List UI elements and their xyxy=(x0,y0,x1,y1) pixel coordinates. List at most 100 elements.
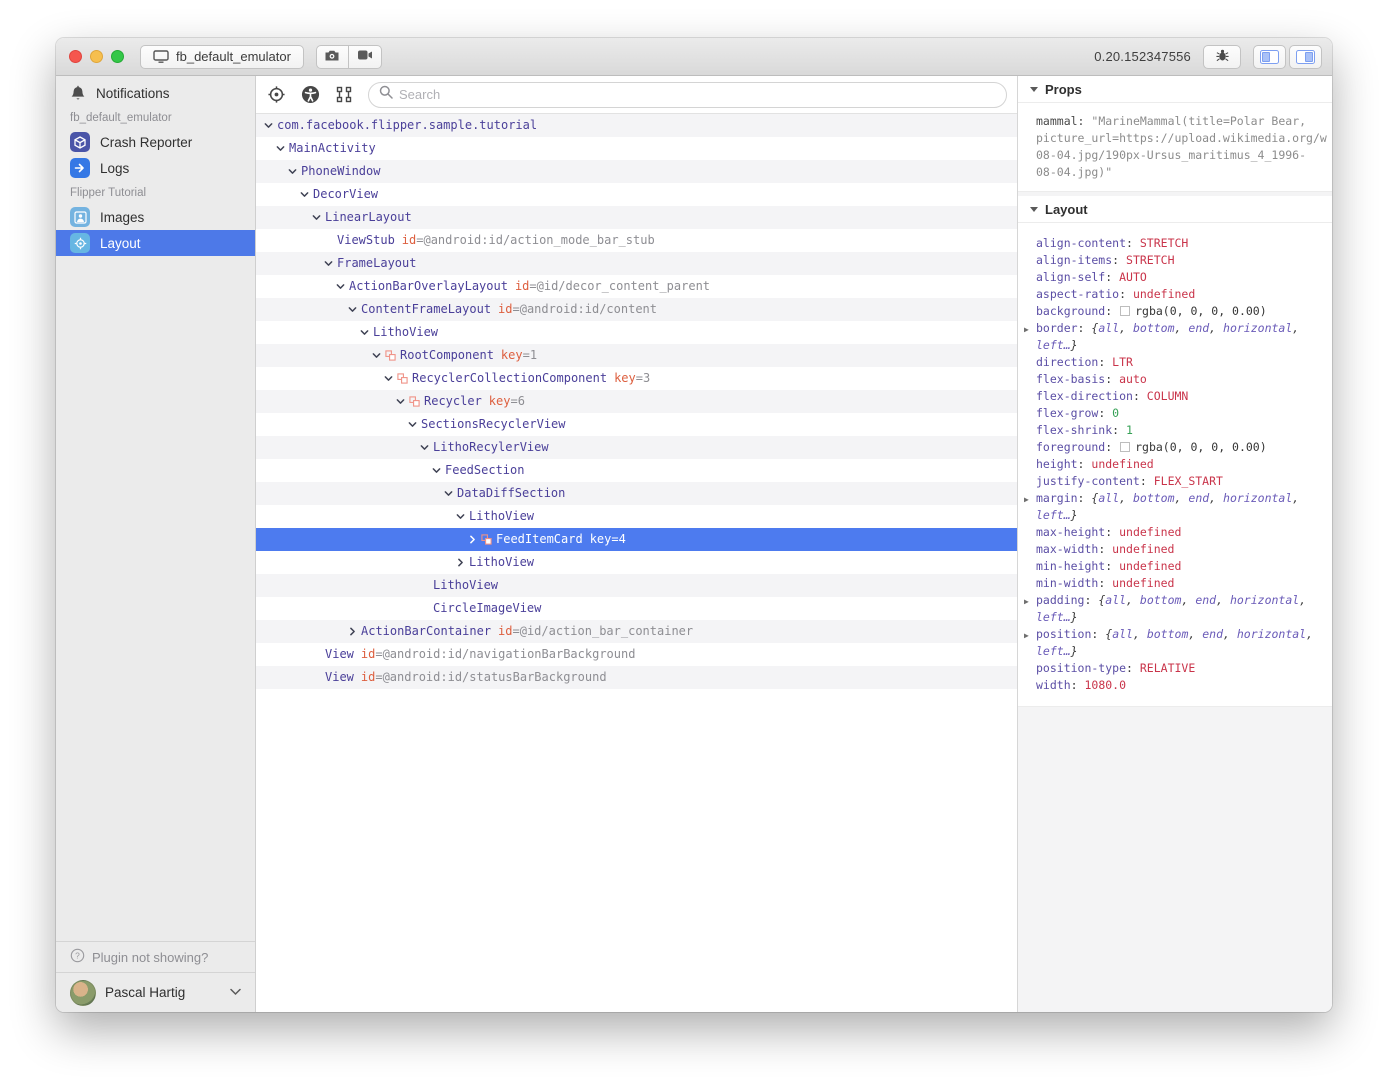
tree-node-LinearLayout[interactable]: LinearLayout xyxy=(256,206,1017,229)
tree-node-RootComponent[interactable]: RootComponentkey=1 xyxy=(256,344,1017,367)
user-menu[interactable]: Pascal Hartig xyxy=(56,972,255,1012)
node-name: ActionBarContainer xyxy=(361,620,491,643)
sidebar-item-images[interactable]: Images xyxy=(56,204,255,230)
bell-icon xyxy=(70,85,86,102)
search-icon xyxy=(379,85,393,104)
tree-node-ActionBarContainer[interactable]: ActionBarContainerid=@id/action_bar_cont… xyxy=(256,620,1017,643)
tree-node-LithoRecylerView[interactable]: LithoRecylerView xyxy=(256,436,1017,459)
prop-key: border xyxy=(1036,321,1078,335)
tree-node-DataDiffSection[interactable]: DataDiffSection xyxy=(256,482,1017,505)
bug-report-button[interactable] xyxy=(1203,45,1241,69)
expand-arrow-icon[interactable]: ▶ xyxy=(1024,491,1029,508)
tree-node-MainActivity[interactable]: MainActivity xyxy=(256,137,1017,160)
record-video-button[interactable] xyxy=(349,45,382,69)
chevron-expanded-icon[interactable] xyxy=(444,489,453,498)
close-button[interactable] xyxy=(69,50,82,63)
tree-node-FrameLayout[interactable]: FrameLayout xyxy=(256,252,1017,275)
tree-node-PhoneWindow[interactable]: PhoneWindow xyxy=(256,160,1017,183)
chevron-expanded-icon[interactable] xyxy=(300,190,309,199)
chevron-expanded-icon[interactable] xyxy=(288,167,297,176)
layout-prop-padding[interactable]: ▶padding: {all, bottom, end, horizontal,… xyxy=(1036,592,1324,626)
tree-node-LithoView[interactable]: LithoView xyxy=(256,321,1017,344)
chevron-expanded-icon[interactable] xyxy=(348,305,357,314)
tree-node-LithoView[interactable]: LithoView xyxy=(256,574,1017,597)
sidebar-item-logs[interactable]: Logs xyxy=(56,155,255,181)
prop-key: max-height xyxy=(1036,525,1105,539)
chevron-collapsed-icon[interactable] xyxy=(456,558,465,567)
layout-prop-foreground: foreground: rgba(0, 0, 0, 0.00) xyxy=(1036,439,1324,456)
node-name: LithoView xyxy=(469,551,534,574)
screenshot-button[interactable] xyxy=(316,45,349,69)
minimize-button[interactable] xyxy=(90,50,103,63)
device-tab[interactable]: fb_default_emulator xyxy=(140,45,304,69)
prop-value: rgba(0, 0, 0, 0.00) xyxy=(1135,304,1267,318)
chevron-expanded-icon[interactable] xyxy=(432,466,441,475)
object-key: end xyxy=(1195,593,1216,607)
layout-prop-max-width: max-width: undefined xyxy=(1036,541,1324,558)
tree-node-ContentFrameLayout[interactable]: ContentFrameLayoutid=@android:id/content xyxy=(256,298,1017,321)
tree-node-Recycler[interactable]: Recyclerkey=6 xyxy=(256,390,1017,413)
node-name: LithoRecylerView xyxy=(433,436,549,459)
layout-section-header[interactable]: Layout xyxy=(1018,196,1332,223)
node-name: LithoView xyxy=(433,574,498,597)
node-name: SectionsRecyclerView xyxy=(421,413,566,436)
tree-node-LithoView[interactable]: LithoView xyxy=(256,505,1017,528)
toggle-left-sidebar-button[interactable] xyxy=(1253,45,1286,69)
object-key: end xyxy=(1202,627,1223,641)
toggle-right-sidebar-button[interactable] xyxy=(1289,45,1322,69)
tree-node-RecyclerCollectionComponent[interactable]: RecyclerCollectionComponentkey=3 xyxy=(256,367,1017,390)
search-box[interactable] xyxy=(368,82,1007,108)
tree-node-View[interactable]: Viewid=@android:id/statusBarBackground xyxy=(256,666,1017,689)
chevron-expanded-icon[interactable] xyxy=(456,512,465,521)
tree-node-CircleImageView[interactable]: CircleImageView xyxy=(256,597,1017,620)
tree-node-LithoView[interactable]: LithoView xyxy=(256,551,1017,574)
node-attribute: key=1 xyxy=(501,344,537,367)
target-mode-button[interactable] xyxy=(267,85,286,104)
chevron-expanded-icon[interactable] xyxy=(312,213,321,222)
chevron-expanded-icon[interactable] xyxy=(396,397,405,406)
tree-node-SectionsRecyclerView[interactable]: SectionsRecyclerView xyxy=(256,413,1017,436)
chevron-expanded-icon[interactable] xyxy=(336,282,345,291)
chevron-expanded-icon[interactable] xyxy=(420,443,429,452)
sidebar-item-label: Crash Reporter xyxy=(100,135,192,150)
chevron-expanded-icon[interactable] xyxy=(324,259,333,268)
tree-mode-button[interactable] xyxy=(335,86,353,104)
node-attribute: key=3 xyxy=(614,367,650,390)
chevron-expanded-icon[interactable] xyxy=(384,374,393,383)
chevron-expanded-icon[interactable] xyxy=(372,351,381,360)
plugin-help-link[interactable]: ? Plugin not showing? xyxy=(56,941,255,972)
tree-node-DecorView[interactable]: DecorView xyxy=(256,183,1017,206)
camera-icon xyxy=(324,49,340,65)
chevron-expanded-icon[interactable] xyxy=(276,144,285,153)
chevron-expanded-icon[interactable] xyxy=(408,420,417,429)
tree-node-ViewStub[interactable]: ViewStubid=@android:id/action_mode_bar_s… xyxy=(256,229,1017,252)
layout-prop-border[interactable]: ▶border: {all, bottom, end, horizontal, … xyxy=(1036,320,1324,354)
bug-icon xyxy=(1215,48,1230,66)
node-name: MainActivity xyxy=(289,137,376,160)
tree-node-View[interactable]: Viewid=@android:id/navigationBarBackgrou… xyxy=(256,643,1017,666)
tree-node-FeedItemCard[interactable]: FeedItemCardkey=4 xyxy=(256,528,1017,551)
sidebar-item-notifications[interactable]: Notifications xyxy=(56,80,255,106)
sidebar-item-layout[interactable]: Layout xyxy=(56,230,255,256)
tree-node-FeedSection[interactable]: FeedSection xyxy=(256,459,1017,482)
props-section-header[interactable]: Props xyxy=(1018,76,1332,103)
layout-prop-position[interactable]: ▶position: {all, bottom, end, horizontal… xyxy=(1036,626,1324,660)
prop-value: LTR xyxy=(1112,355,1133,369)
chevron-collapsed-icon[interactable] xyxy=(468,535,477,544)
sidebar-item-crash-reporter[interactable]: Crash Reporter xyxy=(56,129,255,155)
chevron-expanded-icon[interactable] xyxy=(264,121,273,130)
chevron-collapsed-icon[interactable] xyxy=(348,627,357,636)
tree-node-com.facebook.flipper.sample.tutorial[interactable]: com.facebook.flipper.sample.tutorial xyxy=(256,114,1017,137)
zoom-button[interactable] xyxy=(111,50,124,63)
expand-arrow-icon[interactable]: ▶ xyxy=(1024,321,1029,338)
tree-node-ActionBarOverlayLayout[interactable]: ActionBarOverlayLayoutid=@id/decor_conte… xyxy=(256,275,1017,298)
expand-arrow-icon[interactable]: ▶ xyxy=(1024,627,1029,644)
chevron-expanded-icon[interactable] xyxy=(360,328,369,337)
node-name: ActionBarOverlayLayout xyxy=(349,275,508,298)
layout-title: Layout xyxy=(1045,202,1088,217)
accessibility-mode-button[interactable] xyxy=(301,85,320,104)
layout-inspector-main: com.facebook.flipper.sample.tutorialMain… xyxy=(256,76,1017,1012)
search-input[interactable] xyxy=(399,87,996,102)
layout-prop-margin[interactable]: ▶margin: {all, bottom, end, horizontal, … xyxy=(1036,490,1324,524)
expand-arrow-icon[interactable]: ▶ xyxy=(1024,593,1029,610)
